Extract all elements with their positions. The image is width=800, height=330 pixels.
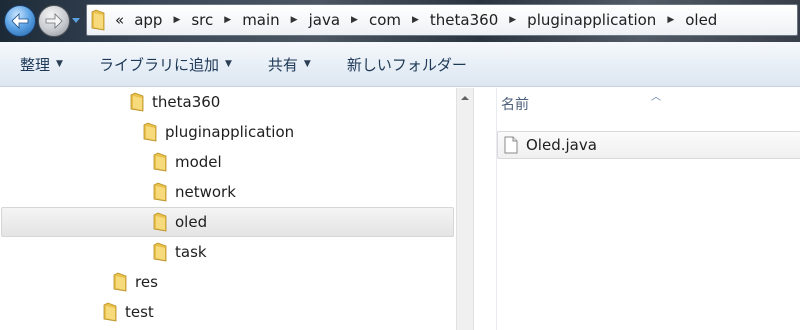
breadcrumb-item-src[interactable]: src: [187, 11, 217, 29]
organize-label: 整理: [20, 55, 51, 74]
column-header-name[interactable]: 名前: [497, 88, 800, 120]
breadcrumb-item-app[interactable]: app: [130, 11, 166, 29]
tree-item-label: oled: [175, 213, 208, 231]
tree-item-task[interactable]: task: [153, 237, 207, 267]
breadcrumb-item-main[interactable]: main: [238, 11, 283, 29]
folder-icon: [153, 182, 167, 202]
breadcrumb-separator-icon[interactable]: ▶: [660, 15, 681, 25]
command-toolbar: 整理 ▼ ライブラリに追加 ▼ 共有 ▼ 新しいフォルダー: [0, 42, 800, 87]
breadcrumb-separator-icon[interactable]: ▶: [405, 15, 426, 25]
column-header-label: 名前: [501, 97, 529, 113]
folder-icon: [153, 152, 167, 172]
tree-item-label: test: [125, 303, 154, 321]
tree-scrollbar[interactable]: [456, 88, 474, 330]
scroll-up-arrow-icon[interactable]: [460, 95, 470, 101]
file-item-label: Oled.java: [526, 136, 597, 154]
tree-item-label: theta360: [152, 93, 221, 111]
file-icon: [504, 136, 518, 154]
navigation-bar: « app ▶ src ▶ main ▶ java ▶ com ▶ theta3…: [0, 0, 800, 42]
breadcrumb: app ▶ src ▶ main ▶ java ▶ com ▶ theta360…: [130, 11, 721, 29]
forward-button[interactable]: [38, 5, 70, 37]
address-bar[interactable]: « app ▶ src ▶ main ▶ java ▶ com ▶ theta3…: [86, 4, 798, 36]
recent-pages-chevron-down-icon[interactable]: [71, 17, 81, 25]
folder-icon: [103, 302, 117, 322]
pane-splitter[interactable]: [475, 88, 496, 330]
breadcrumb-separator-icon[interactable]: ▶: [166, 15, 187, 25]
tree-item-res[interactable]: res: [113, 267, 158, 297]
folder-icon: [153, 212, 167, 232]
breadcrumb-item-pluginapplication[interactable]: pluginapplication: [523, 11, 660, 29]
breadcrumb-separator-icon[interactable]: ▶: [344, 15, 365, 25]
tree-item-label: network: [175, 183, 236, 201]
tree-item-label: res: [135, 273, 158, 291]
forward-arrow-icon: [45, 13, 63, 29]
add-to-library-button[interactable]: ライブラリに追加 ▼: [87, 48, 244, 81]
back-arrow-icon: [11, 13, 29, 29]
tree-item-oled[interactable]: oled: [1, 207, 454, 237]
organize-button[interactable]: 整理 ▼: [8, 48, 75, 81]
breadcrumb-item-theta360[interactable]: theta360: [426, 11, 502, 29]
tree-item-label: pluginapplication: [165, 123, 295, 141]
file-list: ︿ 名前 Oled.java: [496, 88, 800, 330]
folder-icon: [113, 272, 127, 292]
tree-item-pluginapplication[interactable]: pluginapplication: [143, 117, 294, 147]
tree-item-theta360[interactable]: theta360: [130, 87, 220, 117]
folder-icon: [153, 242, 167, 262]
breadcrumb-overflow[interactable]: «: [111, 11, 130, 29]
new-folder-button[interactable]: 新しいフォルダー: [335, 48, 479, 81]
tree-item-label: task: [175, 243, 207, 261]
breadcrumb-separator-icon[interactable]: ▶: [284, 15, 305, 25]
new-folder-label: 新しいフォルダー: [346, 55, 467, 74]
chevron-down-icon: ▼: [224, 59, 232, 69]
folder-icon: [143, 122, 157, 142]
file-item-oled-java[interactable]: Oled.java: [497, 131, 800, 159]
tree-item-label: model: [175, 153, 222, 171]
tree-item-network[interactable]: network: [153, 177, 236, 207]
folder-icon: [91, 9, 105, 31]
folder-icon: [130, 92, 144, 112]
chevron-down-icon: ▼: [56, 59, 63, 69]
add-to-library-label: ライブラリに追加: [98, 55, 219, 74]
breadcrumb-item-oled[interactable]: oled: [681, 11, 721, 29]
back-button[interactable]: [4, 5, 36, 37]
navigation-tree: theta360 pluginapplication model network…: [0, 88, 455, 330]
chevron-down-icon: ▼: [303, 59, 311, 69]
breadcrumb-item-com[interactable]: com: [365, 11, 405, 29]
tree-item-model[interactable]: model: [153, 147, 222, 177]
share-label: 共有: [267, 55, 298, 74]
share-button[interactable]: 共有 ▼: [256, 48, 323, 81]
breadcrumb-item-java[interactable]: java: [305, 11, 344, 29]
breadcrumb-separator-icon[interactable]: ▶: [217, 15, 238, 25]
breadcrumb-separator-icon[interactable]: ▶: [502, 15, 523, 25]
tree-item-test[interactable]: test: [103, 297, 154, 327]
